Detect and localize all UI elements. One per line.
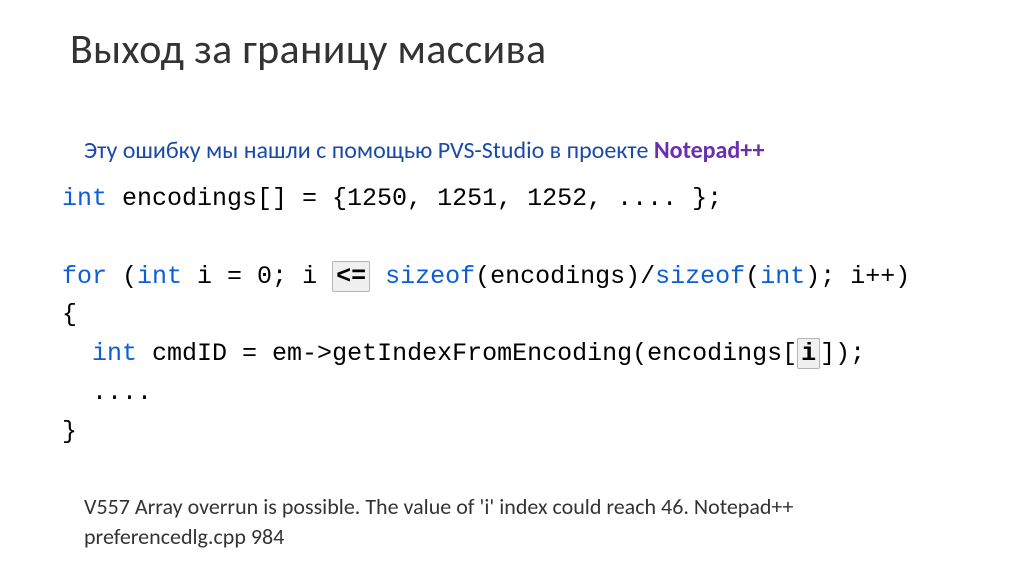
code-text: ....	[62, 378, 152, 407]
slide: Выход за границу массива Эту ошибку мы н…	[0, 0, 1024, 574]
code-text: (	[745, 262, 760, 291]
kw-int: int	[62, 184, 107, 213]
kw-int: int	[137, 262, 182, 291]
code-text: i = 0; i	[182, 262, 332, 291]
code-text: cmdID = em->getIndexFromEncoding(encodin…	[137, 339, 797, 368]
diagnostic-message: V557 Array overrun is possible. The valu…	[84, 492, 954, 551]
code-text	[370, 262, 385, 291]
slide-title: Выход за границу массива	[70, 24, 546, 75]
code-text: ]);	[820, 339, 865, 368]
code-block: int encodings[] = {1250, 1251, 1252, ...…	[62, 180, 910, 451]
kw-for: for	[62, 262, 107, 291]
kw-sizeof: sizeof	[385, 262, 475, 291]
highlight-var-i: i	[797, 338, 820, 369]
subtitle-text: Эту ошибку мы нашли с помощью PVS-Studio…	[84, 136, 654, 165]
code-text: encodings[] = {1250, 1251, 1252, .... };	[107, 184, 722, 213]
kw-int: int	[92, 339, 137, 368]
kw-sizeof: sizeof	[655, 262, 745, 291]
highlight-operator: <=	[332, 261, 370, 292]
code-text	[62, 339, 92, 368]
code-text: (encodings)/	[475, 262, 655, 291]
code-text: {	[62, 300, 77, 329]
kw-int: int	[760, 262, 805, 291]
code-text: ); i++)	[805, 262, 910, 291]
code-text: }	[62, 417, 77, 446]
project-name: Notepad++	[654, 136, 765, 165]
code-text: (	[107, 262, 137, 291]
slide-subtitle: Эту ошибку мы нашли с помощью PVS-Studio…	[84, 136, 764, 165]
